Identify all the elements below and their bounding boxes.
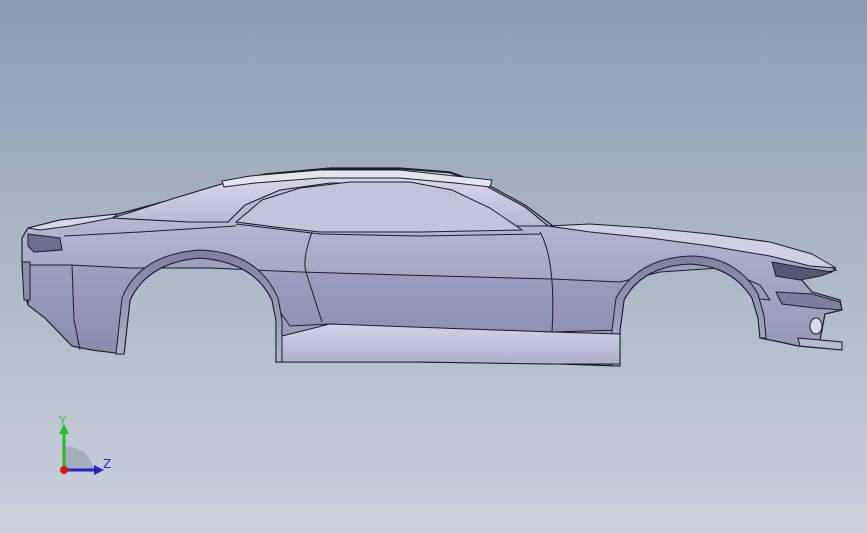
triad-plane-shade: [64, 446, 94, 470]
front-splitter: [797, 337, 843, 351]
triad-axes: [59, 424, 104, 475]
z-axis-label: Z: [103, 457, 112, 471]
x-axis-icon: [60, 466, 68, 474]
graphics-viewport[interactable]: Y Z: [0, 0, 867, 533]
rear-bumper: [21, 261, 31, 301]
car-body-model[interactable]: [0, 0, 867, 533]
fog-light: [809, 317, 823, 335]
reference-triad: Y Z: [40, 410, 130, 490]
y-axis-label: Y: [59, 414, 67, 428]
